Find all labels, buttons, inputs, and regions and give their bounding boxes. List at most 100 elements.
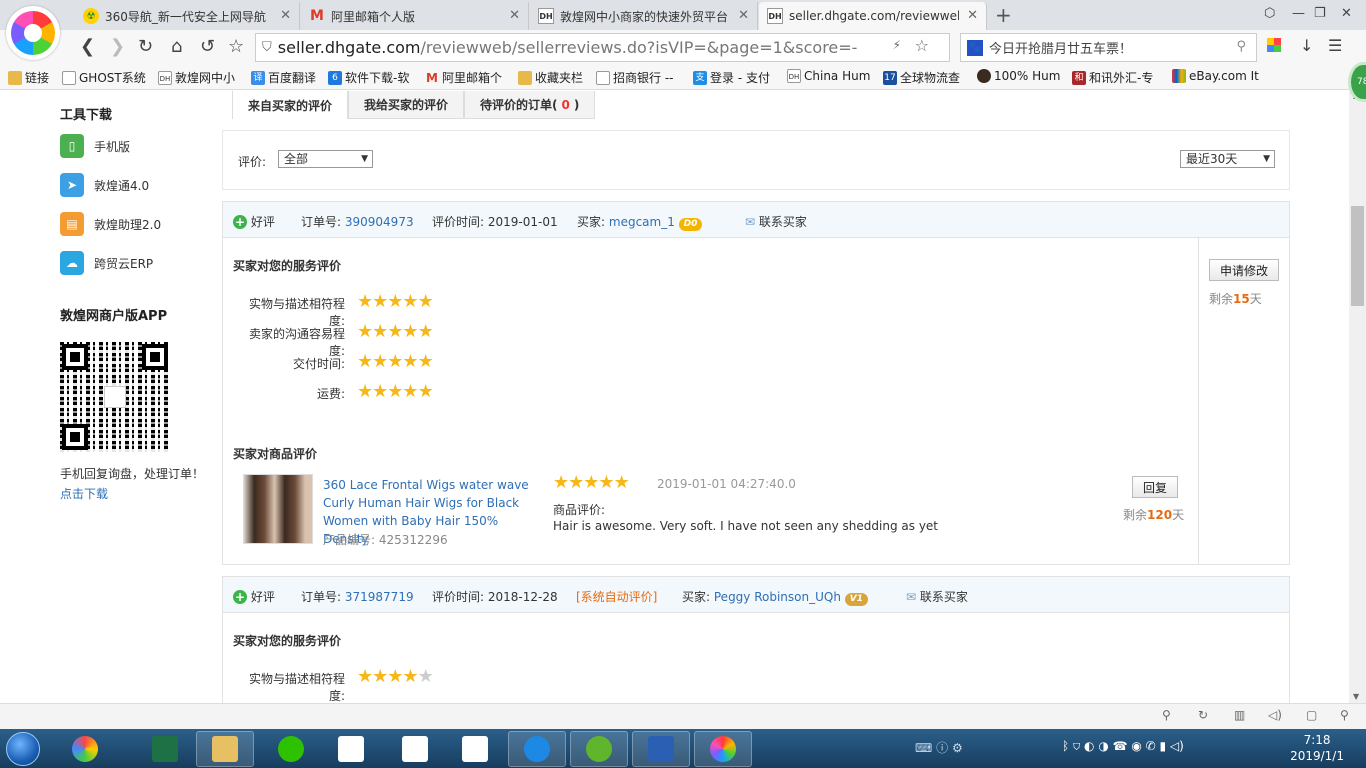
new-tab-button[interactable]: + <box>995 3 1012 27</box>
tab-to-buyers[interactable]: 我给买家的评价 <box>348 91 465 119</box>
bookmark-item[interactable]: DH 敦煌网中小 <box>158 69 235 86</box>
tab-pending[interactable]: 待评价的订单(0) <box>464 91 596 119</box>
buyer-link[interactable]: Peggy Robinson_UQh <box>714 590 841 604</box>
close-tab-icon[interactable]: ✕ <box>280 8 291 23</box>
taskbar-app-vs[interactable] <box>632 731 690 767</box>
taskbar-app-360[interactable] <box>56 731 114 767</box>
bookmark-item[interactable]: 17 全球物流查 <box>883 69 960 86</box>
search-icon[interactable]: ⚲ <box>1236 39 1246 54</box>
ebay-icon <box>1172 69 1186 83</box>
bookmark-item[interactable]: M 阿里邮箱个 <box>425 69 502 86</box>
tray-icons[interactable]: ᛒ ⛉ ◐ ◑ ☎ ◉ ✆ ▮ ◁) <box>1062 739 1184 753</box>
home-button[interactable]: ⌂ <box>171 36 182 57</box>
bookmark-item[interactable]: 链接 <box>8 69 49 86</box>
taskbar-app-wechat[interactable] <box>262 731 320 767</box>
apply-remaining: 剩余15天 <box>1209 292 1262 306</box>
contact-buyer-link[interactable]: ✉ 联系买家 <box>745 213 807 230</box>
scrollbar-thumb[interactable] <box>1351 206 1364 306</box>
bookmark-item[interactable]: 支登录 - 支付 <box>693 69 770 86</box>
scroll-down-icon[interactable]: ▼ <box>1353 692 1359 701</box>
back-button[interactable]: ❮ <box>80 36 95 57</box>
clock[interactable]: 7:18 2019/1/1 <box>1290 732 1344 764</box>
speaker-icon[interactable]: ◁) <box>1268 708 1282 722</box>
search-input[interactable]: 🐾 今日开抢腊月廿五车票！ ⚲ <box>960 33 1257 62</box>
start-button[interactable] <box>6 732 40 766</box>
taskbar-app-explorer[interactable] <box>196 731 254 767</box>
window-icon[interactable]: ▢ <box>1306 708 1317 722</box>
apply-modify-button[interactable]: 申请修改 <box>1209 259 1279 281</box>
skin-icon[interactable]: ⬡ <box>1264 6 1275 21</box>
forex-icon: 和 <box>1072 70 1086 85</box>
buyer-link[interactable]: megcam_1 <box>609 215 675 229</box>
bookmark-item[interactable]: 译百度翻译 <box>251 69 316 86</box>
bookmark-item[interactable]: eBay.com It <box>1172 69 1259 83</box>
menu-icon[interactable]: ☰ <box>1328 36 1342 55</box>
download-icon[interactable]: ↓ <box>1300 36 1313 55</box>
favorite-star-icon[interactable]: ☆ <box>228 36 244 57</box>
taskbar-app-excel[interactable] <box>136 731 194 767</box>
comment-label: 商品评价: <box>553 503 606 517</box>
star-filled-icon: ★ <box>598 472 614 493</box>
tab-from-buyers[interactable]: 来自买家的评价 <box>232 91 349 119</box>
browser-tab[interactable]: DH 敦煌网中小商家的快速外贸平台 ✕ <box>530 2 758 30</box>
undo-close-button[interactable]: ↺ <box>200 36 215 57</box>
bookmark-item[interactable]: 收藏夹栏 <box>518 69 583 86</box>
bookmark-item[interactable]: DH China Hum <box>787 69 870 83</box>
bookmark-item[interactable]: 100% Hum <box>977 69 1060 83</box>
browser-tab-active[interactable]: DH seller.dhgate.com/reviewweb ✕ <box>759 2 987 30</box>
star-filled-icon: ★ <box>613 472 630 493</box>
bookmark-star-icon[interactable]: ☆ <box>915 36 929 55</box>
browser-tab[interactable]: ☢ 360导航_新一代安全上网导航 ✕ <box>75 2 300 30</box>
close-tab-icon[interactable]: ✕ <box>738 8 749 23</box>
refresh-icon[interactable]: ↻ <box>1198 708 1208 722</box>
reply-remaining: 剩余120天 <box>1123 508 1185 522</box>
folder-icon <box>212 736 238 762</box>
tool-erp[interactable]: ☁ 跨贸云ERP <box>60 251 153 275</box>
taskbar-app-browser[interactable] <box>694 731 752 767</box>
star-filled-icon: ★ <box>583 472 599 493</box>
reply-button[interactable]: 回复 <box>1132 476 1178 498</box>
browser-tab[interactable]: M 阿里邮箱个人版 ✕ <box>301 2 529 30</box>
forward-button[interactable]: ❯ <box>110 36 125 57</box>
bookmark-item[interactable]: 和和讯外汇-专 <box>1072 69 1153 86</box>
taskbar-app-doc[interactable] <box>446 731 504 767</box>
ali-mail-icon: M <box>426 70 438 85</box>
bookmark-item[interactable]: GHOST系统 <box>62 69 146 86</box>
rating-select[interactable]: 全部 <box>278 150 373 168</box>
folder-icon <box>8 70 22 85</box>
tool-assistant[interactable]: ▤ 敦煌助理2.0 <box>60 212 161 236</box>
bookmark-item[interactable]: 招商银行 -- <box>596 69 673 86</box>
keyboard-icon[interactable]: ⌨ ⓘ ⚙ <box>915 739 963 756</box>
period-select[interactable]: 最近30天 <box>1180 150 1275 168</box>
app-download-link[interactable]: 点击下载 <box>60 485 108 502</box>
bookmark-item[interactable]: 6 软件下载-软 <box>328 69 409 86</box>
order-number-link[interactable]: 390904973 <box>345 215 414 229</box>
browser-tab-bar: ☢ 360导航_新一代安全上网导航 ✕ M 阿里邮箱个人版 ✕ DH 敦煌网中小… <box>0 0 1366 60</box>
lightning-icon[interactable]: ⚡ <box>893 38 901 52</box>
pin-icon[interactable]: ⚲ <box>1162 708 1171 722</box>
taskbar-app-green[interactable] <box>570 731 628 767</box>
apps-grid-icon[interactable] <box>1267 38 1281 56</box>
minimize-button[interactable]: — <box>1292 6 1305 21</box>
vertical-scrollbar[interactable]: ▲ ▼ <box>1349 91 1366 703</box>
tool-dhtong[interactable]: ➤ 敦煌通4.0 <box>60 173 149 197</box>
reload-button[interactable]: ↻ <box>138 36 153 57</box>
tool-mobile[interactable]: ▯ 手机版 <box>60 134 130 158</box>
zoom-icon[interactable]: ⚲ <box>1340 708 1349 722</box>
product-image[interactable] <box>243 474 313 544</box>
close-tab-icon[interactable]: ✕ <box>967 8 978 23</box>
star-rating: ★★★★★ <box>357 323 434 341</box>
taskbar-app-doc[interactable] <box>322 731 380 767</box>
browser-logo-icon[interactable] <box>6 6 60 60</box>
taskbar-app-supplier[interactable] <box>508 731 566 767</box>
contact-buyer-link[interactable]: ✉ 联系买家 <box>906 588 968 605</box>
taskbar-app-doc[interactable] <box>386 731 444 767</box>
close-tab-icon[interactable]: ✕ <box>509 8 520 23</box>
trash-icon[interactable]: ▥ <box>1234 708 1245 722</box>
order-number-link[interactable]: 371987719 <box>345 590 414 604</box>
search-engine-icon[interactable]: 🐾 <box>967 39 983 56</box>
maximize-button[interactable]: ❐ <box>1314 6 1326 21</box>
address-bar[interactable]: ⛉ seller.dhgate.com/reviewweb/sellerrevi… <box>255 33 950 62</box>
app-title: 敦煌网商户版APP <box>60 309 168 324</box>
close-window-button[interactable]: ✕ <box>1341 6 1352 21</box>
